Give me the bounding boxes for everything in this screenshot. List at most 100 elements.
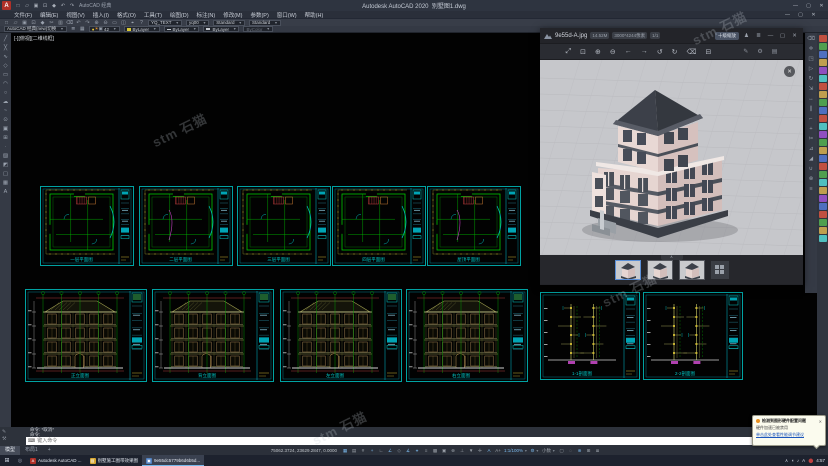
plugin-icon-4[interactable] — [819, 67, 827, 74]
copy-tool[interactable]: ◳ — [807, 55, 816, 63]
units-control[interactable]: 小数▼ — [541, 447, 556, 455]
standard-icon-3[interactable]: ⊡ — [29, 20, 38, 26]
plugin-icon-17[interactable] — [819, 171, 827, 178]
taskbar-app-viewer[interactable]: ▣9e55dc5779b6d6b5d... — [142, 455, 204, 466]
clean-screen-toggle[interactable]: ⊞ — [585, 447, 593, 455]
standard-icon-15[interactable]: ? — [137, 20, 146, 26]
lineweight-combo[interactable]: ByLayer▼ — [203, 26, 239, 32]
rotate-right-icon[interactable]: ↻ — [672, 48, 678, 56]
plugin-icon-3[interactable] — [819, 59, 827, 66]
standard-icon-12[interactable]: ▭ — [110, 20, 119, 26]
doc-close-button[interactable]: ✕ — [809, 12, 818, 18]
circle-tool[interactable]: ○ — [1, 89, 10, 97]
isolate-objects-toggle[interactable]: ◌ — [567, 447, 575, 455]
notification-close-icon[interactable]: ✕ — [819, 419, 822, 424]
polyline-tool[interactable]: ∿ — [1, 53, 10, 61]
plugin-icon-14[interactable] — [819, 147, 827, 154]
plugin-icon-15[interactable] — [819, 155, 827, 162]
plugin-icon-25[interactable] — [819, 235, 827, 242]
standard-icon-8[interactable]: ↶ — [74, 20, 83, 26]
viewport-controls-label[interactable]: [-][俯视][二维线框] — [14, 35, 54, 42]
explode-tool[interactable]: ⊗ — [807, 175, 816, 183]
menu-item-W[interactable]: 窗口(W) — [273, 11, 301, 19]
mtext-tool[interactable]: A — [1, 188, 10, 196]
color-combo[interactable]: ByLayer▼ — [124, 26, 160, 32]
menu-item-T[interactable]: 工具(T) — [140, 11, 166, 19]
edit-image-icon[interactable]: ✎ — [743, 48, 748, 55]
standard-icon-1[interactable]: ▱ — [11, 20, 20, 26]
tray-app-icon[interactable]: ⬤ — [808, 458, 813, 464]
layer-states-icon[interactable]: ▦ — [78, 26, 87, 32]
command-panel-grip[interactable]: ✎⚒ — [2, 429, 22, 445]
close-button[interactable]: ✕ — [817, 3, 826, 9]
standard-icon-5[interactable]: ✂ — [47, 20, 56, 26]
menu-item-V[interactable]: 视图(V) — [62, 11, 88, 19]
erase-tool[interactable]: ⌫ — [807, 35, 816, 43]
dynamic-input-toggle[interactable]: + — [368, 447, 376, 455]
minimize-button[interactable]: — — [791, 3, 800, 9]
layer-properties-icon[interactable]: ≣ — [69, 26, 78, 32]
standard-icon-6[interactable]: ▥ — [56, 20, 65, 26]
taskbar-app-autocad[interactable]: AAutodesk AutoCAD ... — [26, 455, 86, 466]
standard-icon-9[interactable]: ↷ — [83, 20, 92, 26]
ten-level-zoom-button[interactable]: 十级缩放 — [715, 32, 739, 40]
transparency-toggle[interactable]: ▩ — [431, 447, 439, 455]
annotation-scale-control[interactable]: 1:1/100%▼ — [503, 447, 528, 455]
ellipse-tool[interactable]: ⊙ — [1, 116, 10, 124]
linetype-combo[interactable]: ByLayer▼ — [164, 26, 200, 32]
plugin-icon-1[interactable] — [819, 43, 827, 50]
save-icon[interactable]: ▣ — [32, 2, 40, 10]
doc-minimize-button[interactable]: — — [783, 12, 792, 18]
tab-model[interactable]: 模型 — [0, 446, 20, 455]
viewer-maximize-button[interactable]: ▢ — [778, 33, 787, 39]
plugin-icon-23[interactable] — [819, 219, 827, 226]
standard-icon-14[interactable]: ⌖ — [128, 20, 137, 26]
infer-constraints-toggle[interactable]: # — [359, 447, 367, 455]
rotate-left-icon[interactable]: ↺ — [657, 48, 663, 56]
thumbnail-1[interactable] — [615, 260, 641, 280]
isodraft-toggle[interactable]: ◇ — [395, 447, 403, 455]
annotation-autoscale-toggle[interactable]: A+ — [494, 447, 502, 455]
customization-menu[interactable]: ≣ — [594, 447, 602, 455]
otrack-toggle[interactable]: ∡ — [404, 447, 412, 455]
osnap-toggle[interactable]: ⌖ — [413, 447, 421, 455]
plugin-icon-8[interactable] — [819, 99, 827, 106]
workspace-switch[interactable]: ⚙▼ — [530, 447, 541, 455]
viewer-image-area[interactable]: ✕ — [540, 60, 803, 255]
join-tool[interactable]: ∪ — [807, 165, 816, 173]
maximize-button[interactable]: ▢ — [804, 3, 813, 9]
snap-toggle[interactable]: ▤ — [350, 447, 358, 455]
text-style-combo[interactable]: YQ_TEXT▼ — [148, 20, 182, 26]
spline-tool[interactable]: ~ — [1, 107, 10, 115]
move-tool[interactable]: ✛ — [807, 45, 816, 53]
user-account-icon[interactable]: ♟ — [742, 33, 751, 39]
tray-ime-icon[interactable]: A — [802, 458, 805, 463]
dim-style-combo[interactable]: yq00▼ — [186, 20, 209, 26]
settings-icon[interactable]: ⚙ — [757, 48, 762, 55]
standard-icon-11[interactable]: ⊖ — [101, 20, 110, 26]
thumbnail-3[interactable] — [679, 260, 705, 280]
plugin-icon-19[interactable] — [819, 187, 827, 194]
menu-item-N[interactable]: 标注(N) — [193, 11, 220, 19]
plugin-icon-10[interactable] — [819, 115, 827, 122]
menu-item-E[interactable]: 编辑(E) — [36, 11, 62, 19]
open-with-icon[interactable]: ⊟ — [705, 48, 711, 56]
menu-item-I[interactable]: 插入(I) — [89, 11, 113, 19]
autocad-logo-icon[interactable]: A — [2, 1, 11, 10]
plugin-icon-16[interactable] — [819, 163, 827, 170]
thumbnail-grid-view-button[interactable] — [711, 261, 729, 279]
fillet-tool[interactable]: ◢ — [807, 155, 816, 163]
break-tool[interactable]: ✂ — [807, 135, 816, 143]
selection-filter-toggle[interactable]: ▼ — [467, 447, 475, 455]
plugin-icon-22[interactable] — [819, 211, 827, 218]
tray-expand-icon[interactable]: ∧ — [785, 458, 788, 464]
save-as-icon[interactable]: ⊡ — [41, 2, 49, 10]
plugin-icon-20[interactable] — [819, 195, 827, 202]
plugin-icon-18[interactable] — [819, 179, 827, 186]
start-button[interactable]: ⊞ — [0, 457, 14, 464]
revcloud-tool[interactable]: ☁ — [1, 98, 10, 106]
gradient-tool[interactable]: ◩ — [1, 161, 10, 169]
xline-tool[interactable]: ╳ — [1, 44, 10, 52]
plugin-icon-2[interactable] — [819, 51, 827, 58]
workspace-combo[interactable]: AutoCAD 经典(new)切换▼ — [4, 26, 67, 32]
